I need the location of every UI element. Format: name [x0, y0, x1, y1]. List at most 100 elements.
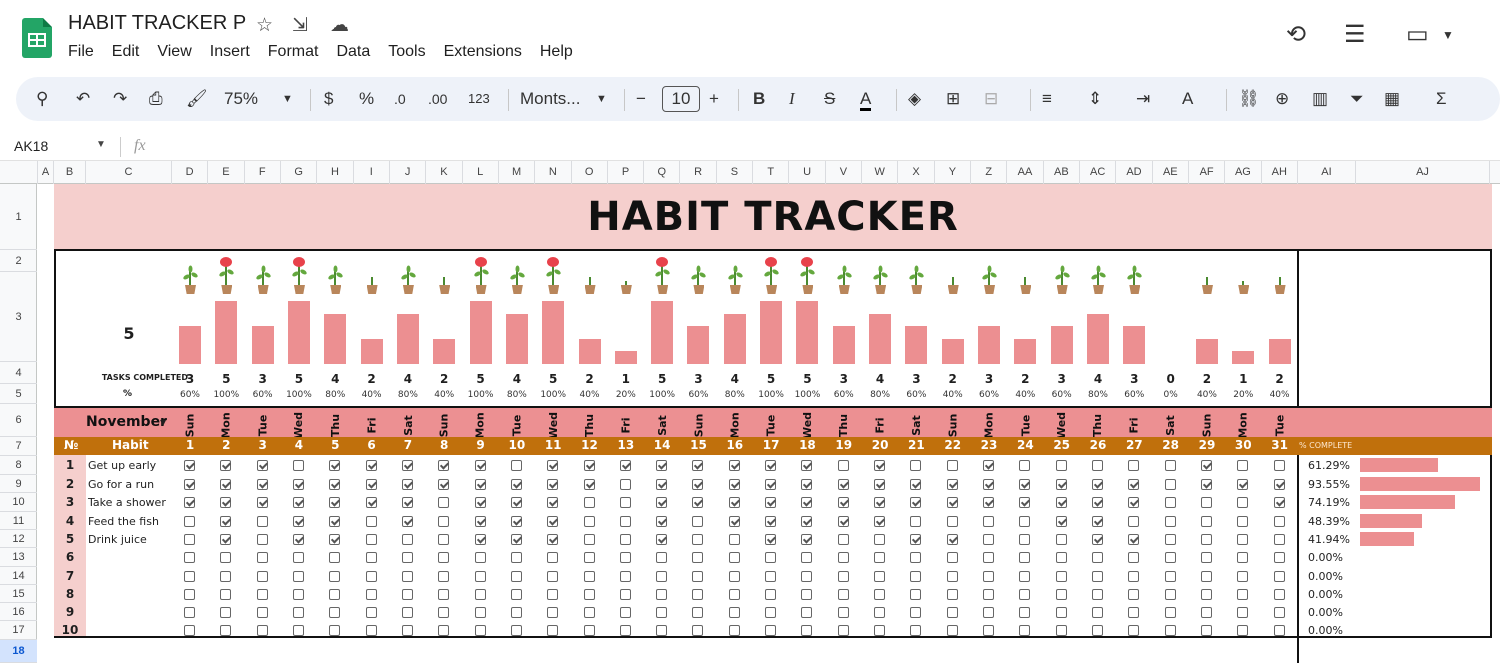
habit-checkbox[interactable]: [1273, 497, 1285, 508]
habit-checkbox[interactable]: [874, 460, 886, 471]
habit-checkbox[interactable]: [365, 589, 377, 600]
habit-checkbox[interactable]: [619, 589, 631, 600]
habit-checkbox[interactable]: [1237, 589, 1249, 600]
zoom-chevron-down-icon[interactable]: ▼: [282, 87, 293, 111]
habit-checkbox[interactable]: [292, 571, 304, 582]
habit-name[interactable]: Go for a run: [88, 478, 154, 491]
habit-checkbox[interactable]: [401, 607, 413, 618]
habit-checkbox[interactable]: [365, 607, 377, 618]
version-history-icon[interactable]: ⟲: [1286, 20, 1306, 49]
habit-checkbox[interactable]: [983, 516, 995, 527]
column-header-ac[interactable]: AC: [1080, 161, 1117, 184]
column-header-u[interactable]: U: [789, 161, 826, 184]
habit-checkbox[interactable]: [184, 516, 195, 527]
column-header-l[interactable]: L: [463, 161, 499, 184]
filter-views-icon[interactable]: ▦: [1384, 87, 1400, 111]
habit-checkbox[interactable]: [946, 571, 958, 582]
habit-checkbox[interactable]: [220, 552, 232, 563]
habit-checkbox[interactable]: [474, 497, 486, 508]
habit-checkbox[interactable]: [547, 571, 559, 582]
habit-checkbox[interactable]: [1237, 479, 1249, 490]
habit-checkbox[interactable]: [1273, 552, 1285, 563]
habit-checkbox[interactable]: [983, 479, 995, 490]
habit-checkbox[interactable]: [656, 497, 668, 508]
habit-checkbox[interactable]: [1092, 516, 1103, 527]
vertical-align-icon[interactable]: ⇕: [1088, 87, 1102, 111]
menu-view[interactable]: View: [157, 43, 191, 61]
habit-checkbox[interactable]: [365, 497, 377, 508]
habit-checkbox[interactable]: [656, 625, 668, 636]
habit-checkbox[interactable]: [1092, 534, 1103, 545]
habit-checkbox[interactable]: [438, 479, 450, 490]
habit-checkbox[interactable]: [583, 460, 595, 471]
habit-checkbox[interactable]: [765, 625, 777, 636]
column-header-c[interactable]: C: [86, 161, 172, 184]
habit-checkbox[interactable]: [765, 571, 777, 582]
habit-checkbox[interactable]: [365, 534, 377, 545]
habit-name[interactable]: Drink juice: [88, 533, 147, 546]
habit-checkbox[interactable]: [874, 625, 886, 636]
column-header-aa[interactable]: AA: [1007, 161, 1044, 184]
text-wrapping-icon[interactable]: ⇥: [1136, 87, 1150, 111]
menu-data[interactable]: Data: [336, 43, 370, 61]
print-icon[interactable]: ⎙: [149, 87, 163, 111]
text-rotation-icon[interactable]: A: [1182, 87, 1193, 111]
habit-checkbox[interactable]: [874, 607, 886, 618]
habit-checkbox[interactable]: [1200, 497, 1212, 508]
habit-checkbox[interactable]: [619, 571, 631, 582]
habit-checkbox[interactable]: [184, 497, 195, 508]
habit-checkbox[interactable]: [801, 589, 813, 600]
habit-checkbox[interactable]: [510, 497, 522, 508]
habit-checkbox[interactable]: [583, 552, 595, 563]
habit-checkbox[interactable]: [656, 479, 668, 490]
habit-checkbox[interactable]: [1128, 589, 1140, 600]
row-header-2[interactable]: 2: [0, 250, 37, 272]
column-header-t[interactable]: T: [753, 161, 790, 184]
habit-checkbox[interactable]: [1019, 552, 1031, 563]
habit-checkbox[interactable]: [656, 534, 668, 545]
habit-checkbox[interactable]: [510, 571, 522, 582]
habit-checkbox[interactable]: [983, 497, 995, 508]
habit-checkbox[interactable]: [874, 516, 886, 527]
habit-checkbox[interactable]: [220, 625, 232, 636]
row-header-7[interactable]: 7: [0, 437, 37, 456]
row-header-10[interactable]: 10: [0, 493, 37, 512]
row-header-12[interactable]: 12: [0, 530, 37, 548]
habit-checkbox[interactable]: [983, 552, 995, 563]
column-header-ai[interactable]: AI: [1298, 161, 1356, 184]
habit-checkbox[interactable]: [1092, 589, 1103, 600]
column-header-x[interactable]: X: [898, 161, 935, 184]
document-title[interactable]: HABIT TRACKER P: [68, 12, 246, 35]
habit-checkbox[interactable]: [765, 552, 777, 563]
habit-checkbox[interactable]: [438, 589, 450, 600]
fill-color-icon[interactable]: ◈: [908, 87, 921, 111]
habit-checkbox[interactable]: [510, 534, 522, 545]
habit-checkbox[interactable]: [547, 497, 559, 508]
habit-checkbox[interactable]: [1055, 589, 1067, 600]
habit-checkbox[interactable]: [1128, 497, 1140, 508]
habit-checkbox[interactable]: [910, 571, 922, 582]
habit-checkbox[interactable]: [1164, 516, 1176, 527]
habit-checkbox[interactable]: [728, 516, 740, 527]
habit-checkbox[interactable]: [801, 497, 813, 508]
habit-checkbox[interactable]: [583, 534, 595, 545]
habit-checkbox[interactable]: [619, 607, 631, 618]
column-header-m[interactable]: M: [499, 161, 536, 184]
sheets-logo-icon[interactable]: [22, 18, 52, 58]
habit-checkbox[interactable]: [1055, 460, 1067, 471]
meet-icon[interactable]: ▭: [1406, 20, 1429, 49]
habit-checkbox[interactable]: [619, 460, 631, 471]
menu-help[interactable]: Help: [540, 43, 573, 61]
strikethrough-icon[interactable]: S: [824, 87, 835, 111]
column-header-v[interactable]: V: [826, 161, 863, 184]
habit-checkbox[interactable]: [946, 516, 958, 527]
habit-name[interactable]: Get up early: [88, 459, 156, 472]
habit-checkbox[interactable]: [256, 479, 268, 490]
row-header-15[interactable]: 15: [0, 585, 37, 603]
habit-checkbox[interactable]: [692, 516, 704, 527]
habit-checkbox[interactable]: [801, 552, 813, 563]
habit-checkbox[interactable]: [438, 516, 450, 527]
habit-checkbox[interactable]: [765, 479, 777, 490]
undo-icon[interactable]: ↶: [76, 87, 90, 111]
habit-checkbox[interactable]: [184, 552, 195, 563]
